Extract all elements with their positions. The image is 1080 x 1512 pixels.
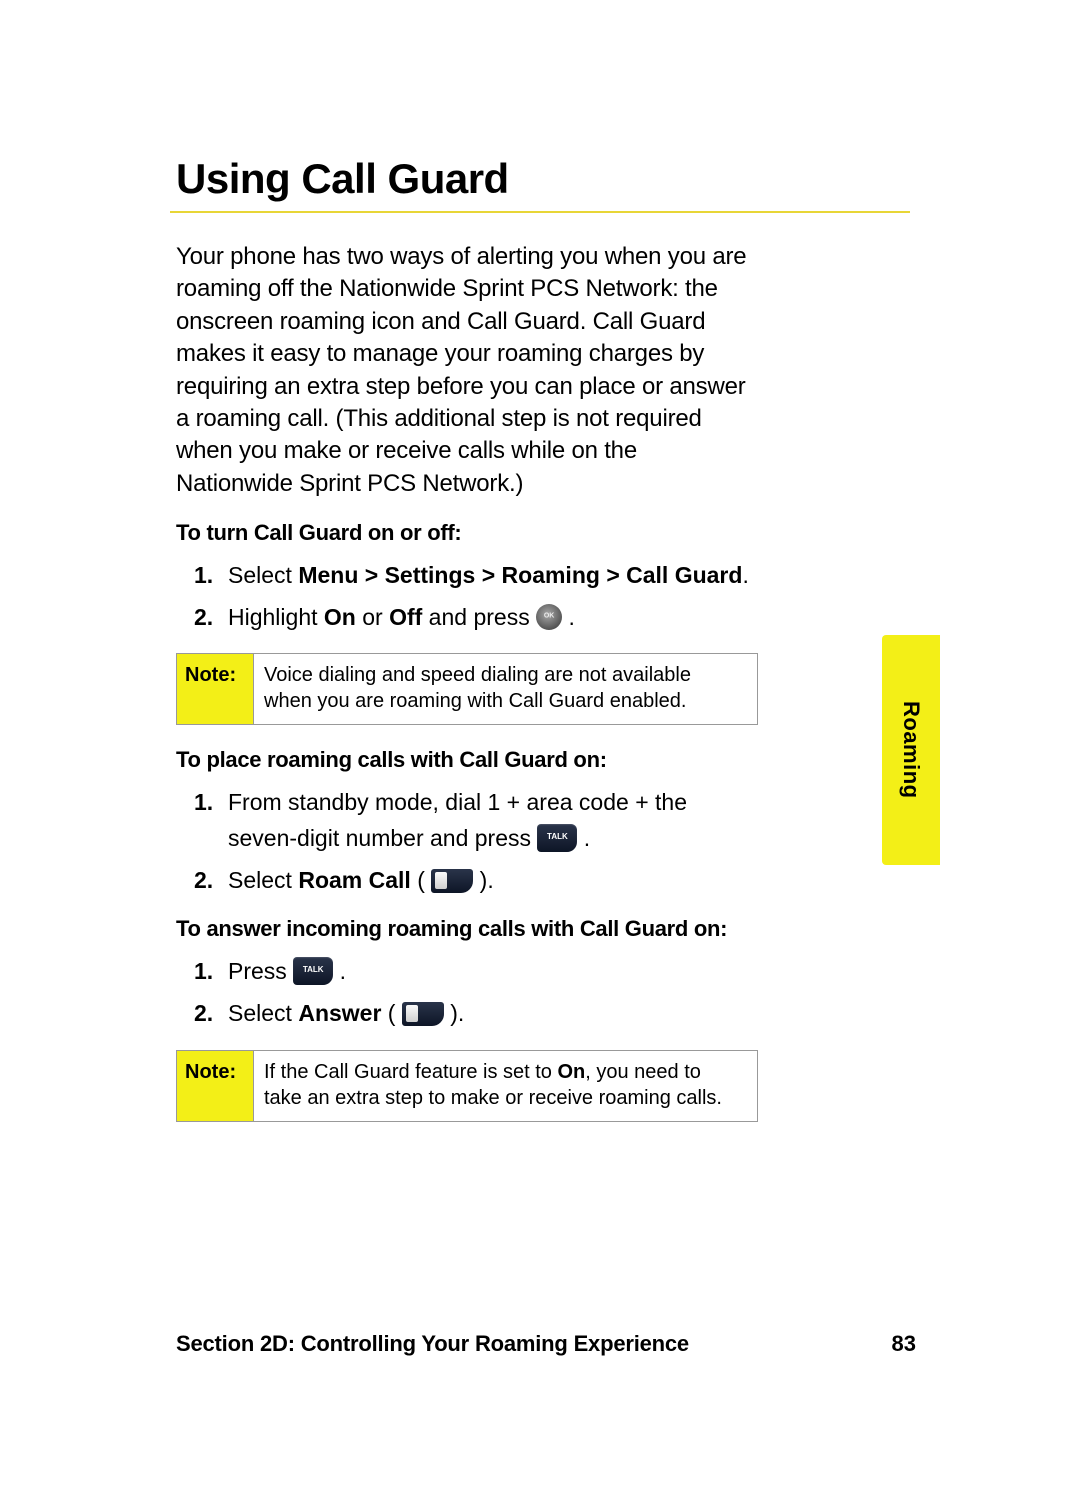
content-column: Using Call Guard Your phone has two ways… [176,155,756,1144]
answer-label: Answer [298,1000,381,1026]
subhead-answer-roaming: To answer incoming roaming calls with Ca… [176,916,756,942]
step-number: 2. [194,600,213,636]
intro-paragraph: Your phone has two ways of alerting you … [176,241,756,500]
step-number: 1. [194,558,213,594]
manual-page: Using Call Guard Your phone has two ways… [0,0,1080,1512]
left-softkey-icon [431,869,473,893]
title-underline [170,211,910,213]
note-body: Voice dialing and speed dialing are not … [254,654,757,724]
steps-place-roaming: 1. From standby mode, dial 1 + area code… [176,785,756,898]
section-side-tab: Roaming [882,635,940,865]
step-text: ( [381,1000,401,1026]
step-text: Select [228,562,298,588]
step-text: . [562,604,575,630]
ok-key-icon [536,604,562,630]
note-label: Note: [177,1051,254,1121]
note-text: If the Call Guard feature is set to [264,1061,557,1083]
note-box: Note: Voice dialing and speed dialing ar… [176,653,758,725]
step-text: and press [422,604,536,630]
step-text: Press [228,958,293,984]
list-item: 2. Select Roam Call ( ). [176,863,756,899]
steps-turn-on-off: 1. Select Menu > Settings > Roaming > Ca… [176,558,756,635]
talk-key-icon [537,824,577,852]
step-text: . [742,562,748,588]
step-number: 2. [194,863,213,899]
footer-page-number: 83 [892,1331,916,1357]
step-text: From standby mode, dial 1 + area code + … [228,789,687,851]
list-item: 2. Select Answer ( ). [176,996,756,1032]
option-off: Off [389,604,422,630]
page-title: Using Call Guard [176,155,756,203]
list-item: 1. Press . [176,954,756,990]
steps-answer-roaming: 1. Press . 2. Select Answer ( ). [176,954,756,1031]
roam-call-label: Roam Call [298,867,410,893]
subhead-place-roaming: To place roaming calls with Call Guard o… [176,747,756,773]
note-box: Note: If the Call Guard feature is set t… [176,1050,758,1122]
note-body: If the Call Guard feature is set to On, … [254,1051,757,1121]
note-on: On [557,1061,585,1083]
footer-section-title: Section 2D: Controlling Your Roaming Exp… [176,1331,689,1357]
step-number: 1. [194,954,213,990]
note-label: Note: [177,654,254,724]
step-text: ( [411,867,431,893]
step-text: or [356,604,389,630]
list-item: 2. Highlight On or Off and press . [176,600,756,636]
subhead-turn-on-off: To turn Call Guard on or off: [176,520,756,546]
step-text: ). [473,867,493,893]
menu-path: Menu > Settings > Roaming > Call Guard [298,562,742,588]
left-softkey-icon [402,1002,444,1026]
step-text: . [333,958,346,984]
step-number: 1. [194,785,213,821]
talk-key-icon [293,957,333,985]
list-item: 1. Select Menu > Settings > Roaming > Ca… [176,558,756,594]
option-on: On [324,604,356,630]
step-text: Select [228,867,298,893]
page-footer: Section 2D: Controlling Your Roaming Exp… [176,1331,936,1357]
step-text: ). [444,1000,464,1026]
side-tab-label: Roaming [898,701,924,799]
step-text: . [577,825,590,851]
step-text: Select [228,1000,298,1026]
step-number: 2. [194,996,213,1032]
list-item: 1. From standby mode, dial 1 + area code… [176,785,756,856]
step-text: Highlight [228,604,324,630]
